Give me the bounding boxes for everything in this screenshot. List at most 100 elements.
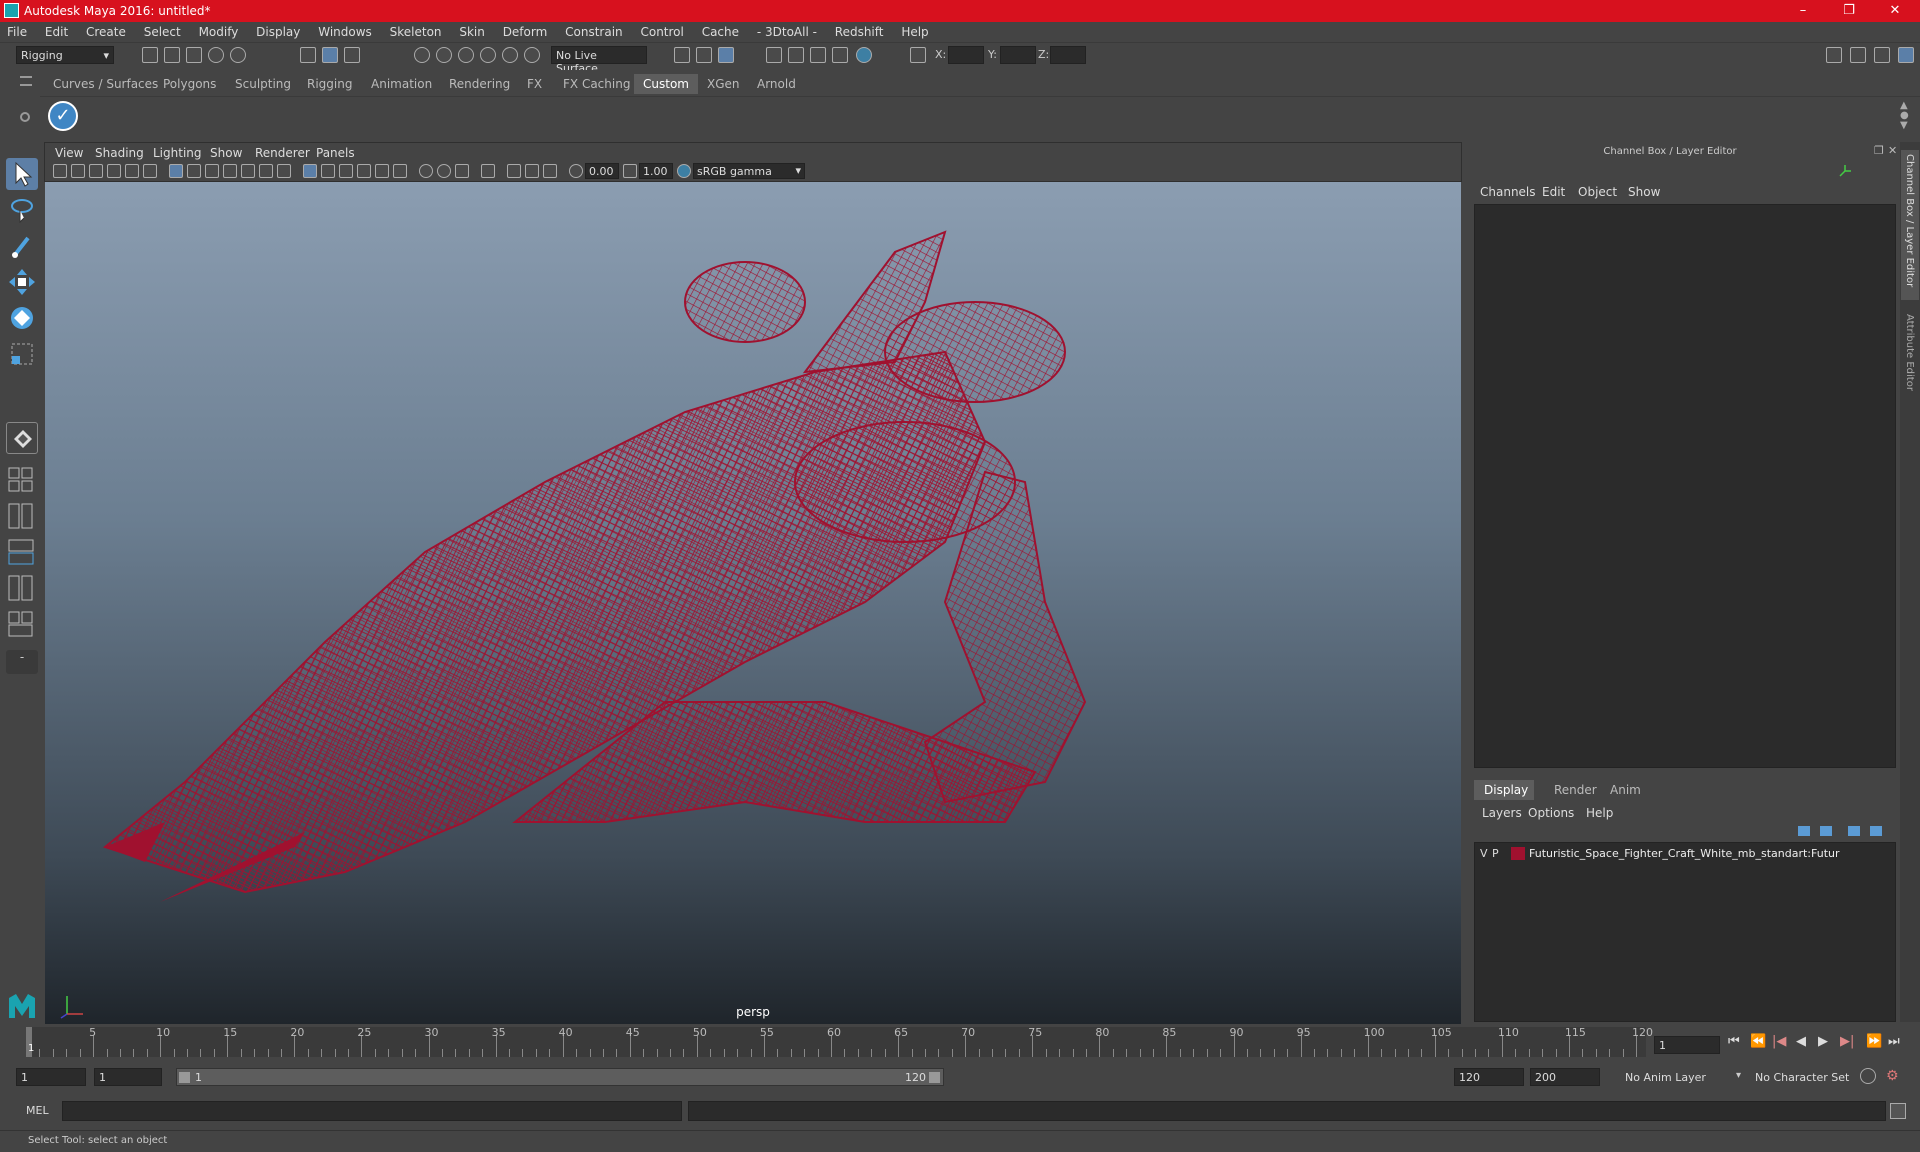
spaceship-wireframe-model[interactable] — [45, 182, 1461, 1024]
output-ops-icon[interactable] — [696, 47, 712, 63]
cb-menu-edit[interactable]: Edit — [1542, 185, 1565, 199]
render-settings-icon[interactable] — [832, 47, 848, 63]
shelf-scroll-arrows-icon[interactable]: ▲ ● ▼ — [1900, 101, 1909, 131]
modeling-toolkit-icon[interactable] — [1826, 47, 1842, 63]
layer-name[interactable]: Futuristic_Space_Fighter_Craft_White_mb_… — [1529, 847, 1889, 860]
camera-select-icon[interactable] — [53, 164, 67, 178]
menu-modify[interactable]: Modify — [192, 22, 246, 39]
hypershade-icon[interactable] — [856, 47, 872, 63]
channel-box-toggle-icon[interactable] — [1898, 47, 1914, 63]
step-back-key-icon[interactable]: ⏪ — [1750, 1034, 1766, 1049]
animation-end-input[interactable]: 200 — [1530, 1068, 1600, 1086]
safe-title-icon[interactable] — [277, 164, 291, 178]
scale-tool-icon[interactable] — [6, 338, 38, 370]
go-to-start-icon[interactable]: ⏮ — [1728, 1034, 1740, 1049]
hypershade-layout-icon[interactable] — [6, 610, 38, 638]
range-slider-start-handle[interactable] — [179, 1072, 190, 1083]
layer-row[interactable]: V P Futuristic_Space_Fighter_Craft_White… — [1475, 845, 1895, 863]
layer-menu-help[interactable]: Help — [1586, 806, 1613, 820]
tab-animation[interactable]: Animation — [362, 74, 441, 94]
menu-windows[interactable]: Windows — [311, 22, 379, 39]
side-by-side-layout-icon[interactable] — [6, 502, 38, 530]
tab-display[interactable]: Display — [1474, 780, 1534, 800]
shelf-menu-icon[interactable] — [20, 76, 32, 86]
shadows-icon[interactable] — [393, 164, 407, 178]
input-ops-icon[interactable] — [674, 47, 690, 63]
close-panel-icon[interactable]: ✕ — [1888, 144, 1897, 157]
film-gate-icon[interactable] — [187, 164, 201, 178]
tab-rigging[interactable]: Rigging — [298, 74, 361, 94]
menu-control[interactable]: Control — [633, 22, 690, 39]
rotate-tool-icon[interactable] — [6, 302, 38, 334]
tab-arnold[interactable]: Arnold — [748, 74, 805, 94]
playback-start-input[interactable]: 1 — [94, 1068, 162, 1086]
smooth-shade-icon[interactable] — [321, 164, 335, 178]
move-tool-icon[interactable] — [6, 266, 38, 298]
menu-create[interactable]: Create — [79, 22, 133, 39]
single-view-layout-icon[interactable] — [6, 422, 38, 454]
xray-joints-icon[interactable] — [543, 164, 557, 178]
layer-menu-layers[interactable]: Layers — [1482, 806, 1522, 820]
viewport-menu-shading[interactable]: Shading — [95, 146, 144, 160]
anim-layer-dropdown[interactable]: No Anim Layer — [1622, 1068, 1738, 1088]
tab-anim[interactable]: Anim — [1600, 780, 1651, 800]
snap-curve-icon[interactable] — [436, 47, 452, 63]
safe-action-icon[interactable] — [259, 164, 273, 178]
image-plane-icon[interactable] — [107, 164, 121, 178]
color-management-icon[interactable] — [677, 164, 691, 178]
menu-file[interactable]: File — [0, 22, 34, 39]
time-slider[interactable]: 1 5 10 15 20 25 30 35 40 45 50 55 60 65 70 75 80 85 90 95 1… — [26, 1026, 1653, 1057]
float-panel-icon[interactable]: ❐ — [1874, 144, 1884, 157]
move-layer-down-icon[interactable] — [1820, 826, 1832, 836]
step-back-frame-icon[interactable]: |◀ — [1772, 1034, 1786, 1049]
viewport-menu-show[interactable]: Show — [210, 146, 242, 160]
transform-mode-icon[interactable] — [910, 47, 926, 63]
layer-color-swatch[interactable] — [1511, 847, 1525, 860]
textured-icon[interactable] — [357, 164, 371, 178]
tab-fx-caching[interactable]: FX Caching — [554, 74, 639, 94]
auto-key-icon[interactable] — [1860, 1068, 1876, 1084]
mel-label[interactable]: MEL — [26, 1104, 49, 1117]
move-layer-up-icon[interactable] — [1798, 826, 1810, 836]
render-frame-icon[interactable] — [788, 47, 804, 63]
maximize-button[interactable]: ❐ — [1826, 0, 1872, 22]
tab-render[interactable]: Render — [1544, 780, 1607, 800]
shelf-settings-gear-icon[interactable] — [20, 112, 30, 122]
isolate-select-icon[interactable] — [481, 164, 495, 178]
channel-list-panel[interactable] — [1474, 204, 1896, 768]
viewport-menu-lighting[interactable]: Lighting — [153, 146, 202, 160]
anti-aliasing-icon[interactable] — [455, 164, 469, 178]
tab-xgen[interactable]: XGen — [698, 74, 749, 94]
gamma-icon[interactable] — [623, 164, 637, 178]
snap-point-icon[interactable] — [458, 47, 474, 63]
side-tab-attribute-editor[interactable]: Attribute Editor — [1901, 310, 1919, 420]
four-view-layout-icon[interactable] — [6, 466, 38, 494]
attribute-editor-toggle-icon[interactable] — [1850, 47, 1866, 63]
menu-help[interactable]: Help — [894, 22, 935, 39]
tab-rendering[interactable]: Rendering — [440, 74, 519, 94]
menu-deform[interactable]: Deform — [496, 22, 555, 39]
layer-playback-toggle[interactable]: P — [1492, 847, 1499, 860]
menu-set-dropdown[interactable]: Rigging ▾ — [16, 46, 114, 64]
menu-3dtoall[interactable]: - 3DtoAll - — [750, 22, 824, 39]
exposure-input[interactable]: 0.00 — [585, 163, 619, 179]
ambient-occlusion-icon[interactable] — [419, 164, 433, 178]
viewport-menu-renderer[interactable]: Renderer — [255, 146, 310, 160]
script-editor-icon[interactable] — [1890, 1103, 1906, 1119]
grid-toggle-icon[interactable] — [169, 164, 183, 178]
paint-select-tool-icon[interactable] — [6, 230, 38, 262]
current-frame-input[interactable]: 1 — [1654, 1036, 1720, 1054]
render-view-icon[interactable] — [766, 47, 782, 63]
menu-edit[interactable]: Edit — [38, 22, 75, 39]
x-input[interactable] — [948, 46, 984, 64]
use-all-lights-icon[interactable] — [375, 164, 389, 178]
check-shelf-button-icon[interactable]: ✓ — [48, 101, 78, 131]
mel-command-input[interactable] — [62, 1101, 682, 1121]
side-tab-channel-box[interactable]: Channel Box / Layer Editor — [1901, 150, 1919, 300]
select-object-icon[interactable] — [322, 47, 338, 63]
new-layer-icon[interactable] — [1848, 826, 1860, 836]
ipr-render-icon[interactable] — [810, 47, 826, 63]
camera-attributes-icon[interactable] — [71, 164, 85, 178]
character-set-dropdown[interactable]: No Character Set — [1752, 1068, 1868, 1088]
menu-skin[interactable]: Skin — [452, 22, 492, 39]
